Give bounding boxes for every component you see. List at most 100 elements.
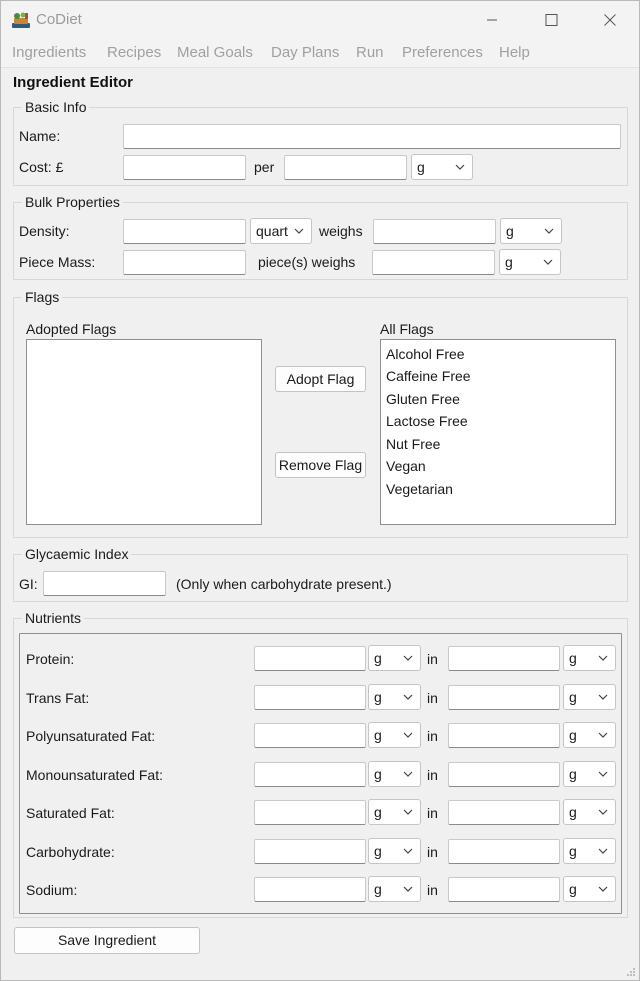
window-title: CoDiet [36, 11, 82, 28]
piece-weighs-label: piece(s) weighs [258, 254, 356, 270]
weighs-unit-select[interactable]: g [500, 218, 562, 244]
chevron-down-icon [403, 694, 413, 700]
chevron-down-icon [403, 655, 413, 661]
nutrient-per-input[interactable] [448, 646, 560, 671]
close-button[interactable] [598, 9, 622, 31]
nutrient-per-input[interactable] [448, 877, 560, 902]
nutrient-per-unit-select[interactable]: g [563, 645, 616, 671]
nutrient-quantity-unit-select[interactable]: g [368, 684, 421, 710]
nutrient-quantity-unit-select[interactable]: g [368, 876, 421, 902]
nutrient-quantity-input[interactable] [254, 646, 366, 671]
nutrient-per-unit: g [569, 766, 577, 782]
piece-weighs-unit-select[interactable]: g [499, 249, 561, 275]
nutrient-quantity-unit-select[interactable]: g [368, 838, 421, 864]
menu-ingredients[interactable]: Ingredients [12, 44, 86, 61]
all-flags-label: All Flags [380, 321, 434, 337]
menu-bar: Ingredients Recipes Meal Goals Day Plans… [1, 39, 639, 67]
weighs-label: weighs [319, 223, 363, 239]
list-item[interactable]: Lactose Free [386, 413, 468, 429]
nutrient-per-unit: g [569, 727, 577, 743]
remove-flag-button[interactable]: Remove Flag [275, 452, 366, 478]
flags-title: Flags [22, 289, 63, 305]
chevron-down-icon [294, 228, 304, 234]
piece-weighs-unit-value: g [505, 254, 513, 270]
per-label: per [254, 159, 275, 175]
nutrient-per-input[interactable] [448, 685, 560, 710]
nutrient-quantity-input[interactable] [254, 723, 366, 748]
nutrient-per-input[interactable] [448, 762, 560, 787]
list-item[interactable]: Caffeine Free [386, 368, 471, 384]
nutrient-per-unit: g [569, 650, 577, 666]
nutrient-per-unit-select[interactable]: g [563, 722, 616, 748]
minimize-icon [487, 19, 497, 21]
density-input[interactable] [123, 219, 246, 244]
adopted-flags-list[interactable] [26, 339, 262, 525]
nutrient-quantity-unit-select[interactable]: g [368, 761, 421, 787]
bulk-properties-title: Bulk Properties [22, 194, 123, 210]
nutrient-quantity-input[interactable] [254, 839, 366, 864]
resize-grip-icon[interactable] [626, 967, 636, 977]
menu-recipes[interactable]: Recipes [107, 44, 161, 61]
maximize-button[interactable] [539, 9, 563, 31]
density-unit-select[interactable]: quart [250, 218, 312, 244]
nutrient-label: Saturated Fat: [26, 805, 115, 821]
menu-preferences[interactable]: Preferences [402, 44, 483, 61]
nutrient-quantity-unit-select[interactable]: g [368, 645, 421, 671]
chevron-down-icon [403, 848, 413, 854]
nutrient-quantity-input[interactable] [254, 877, 366, 902]
list-item[interactable]: Vegan [386, 458, 426, 474]
nutrient-label: Sodium: [26, 882, 78, 898]
nutrient-per-unit-select[interactable]: g [563, 799, 616, 825]
list-item[interactable]: Alcohol Free [386, 346, 465, 362]
nutrient-per-input[interactable] [448, 723, 560, 748]
nutrient-per-unit-select[interactable]: g [563, 838, 616, 864]
piece-mass-input[interactable] [123, 250, 246, 275]
app-window: CoDiet Ingredients Recipes Meal Goals Da… [0, 0, 640, 981]
nutrient-per-input[interactable] [448, 800, 560, 825]
save-ingredient-button[interactable]: Save Ingredient [14, 927, 200, 954]
nutrient-quantity-unit-select[interactable]: g [368, 799, 421, 825]
menu-run[interactable]: Run [356, 44, 384, 61]
weighs-input[interactable] [373, 219, 496, 244]
page-title: Ingredient Editor [13, 74, 133, 91]
nutrient-per-unit: g [569, 804, 577, 820]
nutrient-per-unit-select[interactable]: g [563, 684, 616, 710]
nutrient-quantity-input[interactable] [254, 762, 366, 787]
list-item[interactable]: Vegetarian [386, 481, 453, 497]
nutrient-quantity-input[interactable] [254, 685, 366, 710]
nutrient-quantity-unit: g [374, 843, 382, 859]
nutrient-quantity-input[interactable] [254, 800, 366, 825]
chevron-down-icon [543, 259, 553, 265]
nutrients-title: Nutrients [22, 610, 85, 626]
in-label: in [427, 882, 438, 898]
gi-label: GI: [19, 576, 38, 592]
per-unit-select[interactable]: g [411, 154, 473, 180]
adopt-flag-button[interactable]: Adopt Flag [275, 366, 366, 392]
nutrient-quantity-unit-select[interactable]: g [368, 722, 421, 748]
nutrient-per-unit-select[interactable]: g [563, 876, 616, 902]
nutrient-quantity-unit: g [374, 881, 382, 897]
cost-label: Cost: £ [19, 159, 64, 175]
nutrient-per-input[interactable] [448, 839, 560, 864]
nutrient-per-unit: g [569, 843, 577, 859]
list-item[interactable]: Nut Free [386, 436, 440, 452]
nutrient-quantity-unit: g [374, 727, 382, 743]
name-input[interactable] [123, 124, 621, 149]
cost-input[interactable] [123, 155, 246, 180]
piece-weighs-input[interactable] [372, 250, 495, 275]
nutrient-per-unit-select[interactable]: g [563, 761, 616, 787]
chevron-down-icon [598, 771, 608, 777]
per-quantity-input[interactable] [284, 155, 407, 180]
list-item[interactable]: Gluten Free [386, 391, 460, 407]
minimize-button[interactable] [480, 9, 504, 31]
in-label: in [427, 844, 438, 860]
all-flags-list[interactable]: Alcohol Free Caffeine Free Gluten Free L… [380, 339, 616, 525]
chevron-down-icon [403, 886, 413, 892]
chevron-down-icon [598, 848, 608, 854]
menu-day-plans[interactable]: Day Plans [271, 44, 339, 61]
gi-input[interactable] [43, 571, 166, 596]
menu-meal-goals[interactable]: Meal Goals [177, 44, 253, 61]
menu-help[interactable]: Help [499, 44, 530, 61]
per-unit-value: g [417, 159, 425, 175]
glycaemic-title: Glycaemic Index [22, 546, 132, 562]
